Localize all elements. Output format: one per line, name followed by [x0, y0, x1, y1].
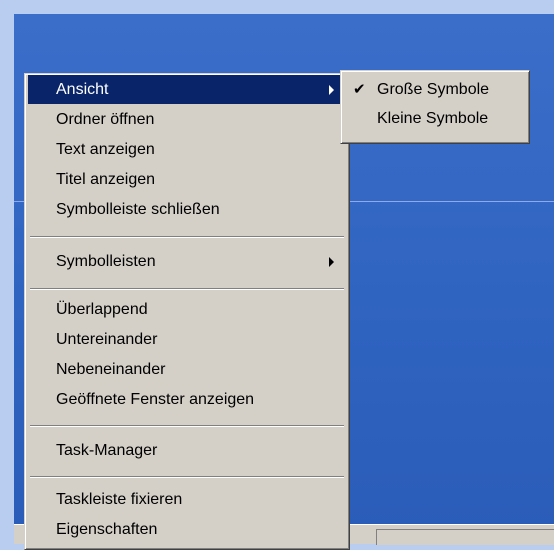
ansicht-submenu: ✔ Große Symbole Kleine Symbole: [340, 70, 530, 144]
menu-item-label: Untereinander: [56, 331, 158, 348]
menu-item-label: Geöffnete Fenster anzeigen: [56, 391, 255, 408]
menu-item-label: Symbolleiste schließen: [56, 201, 220, 218]
menu-item-label: Eigenschaften: [56, 521, 158, 538]
menu-separator: [30, 425, 344, 427]
menu-separator: [30, 236, 344, 238]
menu-item-ordner-oeffnen[interactable]: Ordner öffnen: [28, 105, 346, 134]
checkmark-icon: ✔: [353, 81, 366, 98]
menu-item-label: Symbolleisten: [56, 253, 156, 270]
menu-item-label: Ansicht: [56, 81, 109, 98]
menu-item-label: Text anzeigen: [56, 141, 155, 158]
menu-item-label: Nebeneinander: [56, 361, 166, 378]
menu-item-titel-anzeigen[interactable]: Titel anzeigen: [28, 165, 346, 194]
submenu-item-kleine-symbole[interactable]: Kleine Symbole: [344, 104, 526, 133]
menu-item-label: Task-Manager: [56, 442, 158, 459]
menu-item-label: Überlappend: [56, 301, 148, 318]
menu-separator: [30, 288, 344, 290]
submenu-item-label: Kleine Symbole: [377, 110, 489, 127]
menu-item-untereinander[interactable]: Untereinander: [28, 325, 346, 354]
menu-item-symbolleisten[interactable]: Symbolleisten: [28, 247, 346, 276]
submenu-item-label: Große Symbole: [377, 81, 490, 98]
menu-item-label: Ordner öffnen: [56, 111, 155, 128]
submenu-arrow-icon: [329, 85, 334, 95]
menu-item-taskleiste-fixieren[interactable]: Taskleiste fixieren: [28, 485, 346, 514]
menu-item-label: Titel anzeigen: [56, 171, 156, 188]
context-menu: Ansicht Ordner öffnen Text anzeigen Tite…: [24, 73, 350, 550]
menu-item-task-manager[interactable]: Task-Manager: [28, 436, 346, 465]
menu-item-ansicht[interactable]: Ansicht: [28, 75, 346, 104]
menu-item-symbolleiste-schliessen[interactable]: Symbolleiste schließen: [28, 195, 346, 224]
menu-item-ueberlappend[interactable]: Überlappend: [28, 295, 346, 324]
menu-item-text-anzeigen[interactable]: Text anzeigen: [28, 135, 346, 164]
menu-item-eigenschaften[interactable]: Eigenschaften: [28, 515, 346, 544]
submenu-arrow-icon: [329, 257, 334, 267]
submenu-item-grosse-symbole[interactable]: ✔ Große Symbole: [344, 75, 526, 104]
menu-item-label: Taskleiste fixieren: [56, 491, 183, 508]
menu-item-geoeffnete-fenster-anzeigen[interactable]: Geöffnete Fenster anzeigen: [28, 385, 346, 414]
menu-item-nebeneinander[interactable]: Nebeneinander: [28, 355, 346, 384]
menu-separator: [30, 476, 344, 478]
